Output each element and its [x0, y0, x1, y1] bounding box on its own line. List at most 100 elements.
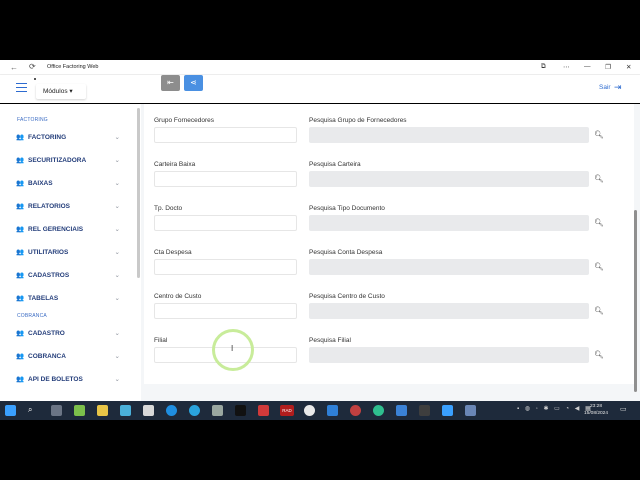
sidebar-item-api-de-boletos[interactable]: 👥 API DE BOLETOS ⌄ — [16, 374, 126, 386]
app-icon[interactable] — [419, 405, 430, 416]
sidebar-item-cadastro[interactable]: 👥 CADASTRO ⌄ — [16, 328, 126, 340]
notifications-icon[interactable]: ▭ — [620, 405, 627, 413]
sidebar-item-cadastros[interactable]: 👥 CADASTROS ⌄ — [16, 270, 126, 282]
search-icon[interactable]: 🔍︎ — [594, 174, 604, 183]
search-label: Pesquisa Conta Despesa — [309, 249, 383, 256]
sidebar-item-label: TABELAS — [28, 295, 59, 302]
share-button[interactable]: ⋖ — [184, 75, 203, 91]
search-icon[interactable]: ⌕ — [28, 405, 39, 416]
pesquisa-filial-input[interactable] — [309, 347, 589, 363]
sidebar-item-utilitarios[interactable]: 👥 UTILITARIOS ⌄ — [16, 247, 126, 259]
sidebar-item-baixas[interactable]: 👥 BAIXAS ⌄ — [16, 178, 126, 190]
chevron-down-icon: ⌄ — [114, 226, 120, 233]
app-icon[interactable] — [396, 405, 407, 416]
app-icon[interactable] — [350, 405, 361, 416]
app-icon[interactable] — [465, 405, 476, 416]
task-view-icon[interactable] — [51, 405, 62, 416]
back-arrow-icon[interactable]: ← — [10, 63, 18, 72]
restore-icon[interactable]: ❐ — [605, 63, 611, 71]
search-icon[interactable]: 🔍︎ — [594, 306, 604, 315]
clock[interactable]: 23:28 15/08/2024 — [584, 403, 608, 417]
vscode-icon[interactable] — [327, 405, 338, 416]
app-icon[interactable] — [166, 405, 177, 416]
chevron-down-icon: ⌄ — [114, 134, 120, 141]
modulos-dropdown[interactable]: Módulos ▾ — [36, 84, 86, 99]
app-icon[interactable] — [258, 405, 269, 416]
file-explorer-icon[interactable] — [97, 405, 108, 416]
carteira-baixa-input[interactable] — [154, 171, 297, 187]
app-icon[interactable] — [120, 405, 131, 416]
pesquisa-conta-despesa-input[interactable] — [309, 259, 589, 275]
app-icon[interactable] — [143, 405, 154, 416]
logout-link[interactable]: Sair — [599, 84, 611, 91]
users-icon: 👥 — [16, 203, 25, 210]
users-icon: 👥 — [16, 157, 25, 164]
chevron-down-icon: ⌄ — [114, 330, 120, 337]
field-label: Filial — [154, 337, 168, 344]
share-icon: ⋖ — [190, 78, 197, 87]
app-settings-icon[interactable]: ⧉ — [541, 63, 546, 71]
search-icon[interactable]: 🔍︎ — [594, 218, 604, 227]
telegram-icon[interactable] — [189, 405, 200, 416]
windows-start-icon[interactable] — [5, 405, 16, 416]
logout-icon[interactable]: ⇥ — [614, 82, 622, 93]
cta-despesa-input[interactable] — [154, 259, 297, 275]
sidebar-item-securitizadora[interactable]: 👥 SECURITIZADORA ⌄ — [16, 155, 126, 167]
terminal-icon[interactable] — [235, 405, 246, 416]
menu-icon[interactable]: ⋯ — [563, 63, 570, 71]
field-label: Grupo Fornecedores — [154, 117, 214, 124]
chevron-down-icon: ⌄ — [114, 249, 120, 256]
users-icon: 👥 — [16, 353, 25, 360]
chevron-down-icon: ⌄ — [114, 272, 120, 279]
app-icon[interactable] — [304, 405, 315, 416]
reload-icon[interactable]: ⟳ — [29, 62, 36, 71]
sidebar-item-tabelas[interactable]: 👥 TABELAS ⌄ — [16, 293, 126, 305]
sidebar-item-label: FACTORING — [28, 134, 67, 141]
close-icon[interactable]: ✕ — [626, 63, 631, 71]
main-scrollbar[interactable] — [634, 210, 637, 392]
hamburger-menu-icon[interactable] — [16, 83, 27, 93]
clock-time: 23:28 — [590, 404, 603, 409]
grupo-fornecedores-input[interactable] — [154, 127, 297, 143]
chevron-down-icon: ⌄ — [114, 157, 120, 164]
minimize-icon[interactable]: — — [584, 63, 591, 70]
users-icon: 👥 — [16, 134, 25, 141]
app-icon[interactable] — [212, 405, 223, 416]
pesquisa-centro-de-custo-input[interactable] — [309, 303, 589, 319]
system-tray-icons[interactable]: ▪ ◍ ◦ ✱ ▭ ◔ ◀ ▦ — [517, 405, 593, 412]
chevron-down-icon: ⌄ — [114, 353, 120, 360]
users-icon: 👥 — [16, 330, 25, 337]
sidebar-item-rel-gerenciais[interactable]: 👥 REL GERENCIAIS ⌄ — [16, 224, 126, 236]
pesquisa-carteira-input[interactable] — [309, 171, 589, 187]
chevron-down-icon: ⌄ — [114, 180, 120, 187]
users-icon: 👥 — [16, 180, 25, 187]
sidebar-item-relatorios[interactable]: 👥 RELATORIOS ⌄ — [16, 201, 126, 213]
sidebar-section-factoring: FACTORING — [17, 117, 48, 123]
tp-docto-input[interactable] — [154, 215, 297, 231]
search-label: Pesquisa Centro de Custo — [309, 293, 385, 300]
taskbar: ⌕ RAD ▪ ◍ ◦ ✱ ▭ ◔ ◀ ▦ 23:28 15/08/2024 ▭ — [0, 401, 640, 420]
search-icon[interactable]: 🔍︎ — [594, 130, 604, 139]
pesquisa-grupo-fornecedores-input[interactable] — [309, 127, 589, 143]
sidebar-scrollbar[interactable] — [137, 108, 140, 278]
users-icon: 👥 — [16, 226, 25, 233]
pesquisa-tipo-documento-input[interactable] — [309, 215, 589, 231]
app-header: Módulos ▾ ⇤ ⋖ Sair ⇥ — [0, 75, 640, 103]
sidebar-item-label: SECURITIZADORA — [28, 157, 87, 164]
sidebar-item-cobranca[interactable]: 👥 COBRANCA ⌄ — [16, 351, 126, 363]
centro-de-custo-input[interactable] — [154, 303, 297, 319]
exit-arrow-icon: ⇤ — [167, 78, 174, 87]
search-icon[interactable]: 🔍︎ — [594, 350, 604, 359]
search-icon[interactable]: 🔍︎ — [594, 262, 604, 271]
app-icon[interactable] — [442, 405, 453, 416]
back-button[interactable]: ⇤ — [161, 75, 180, 91]
edge-icon[interactable] — [373, 405, 384, 416]
sidebar-item-label: API DE BOLETOS — [28, 376, 83, 383]
field-label: Carteira Baixa — [154, 161, 196, 168]
sidebar-item-factoring[interactable]: 👥 FACTORING ⌄ — [16, 132, 126, 144]
sidebar-item-label: BAIXAS — [28, 180, 53, 187]
sidebar: FACTORING 👥 FACTORING ⌄ 👥 SECURITIZADORA… — [0, 104, 141, 401]
rad-studio-icon[interactable]: RAD — [280, 405, 294, 416]
app-icon[interactable] — [74, 405, 85, 416]
users-icon: 👥 — [16, 295, 25, 302]
